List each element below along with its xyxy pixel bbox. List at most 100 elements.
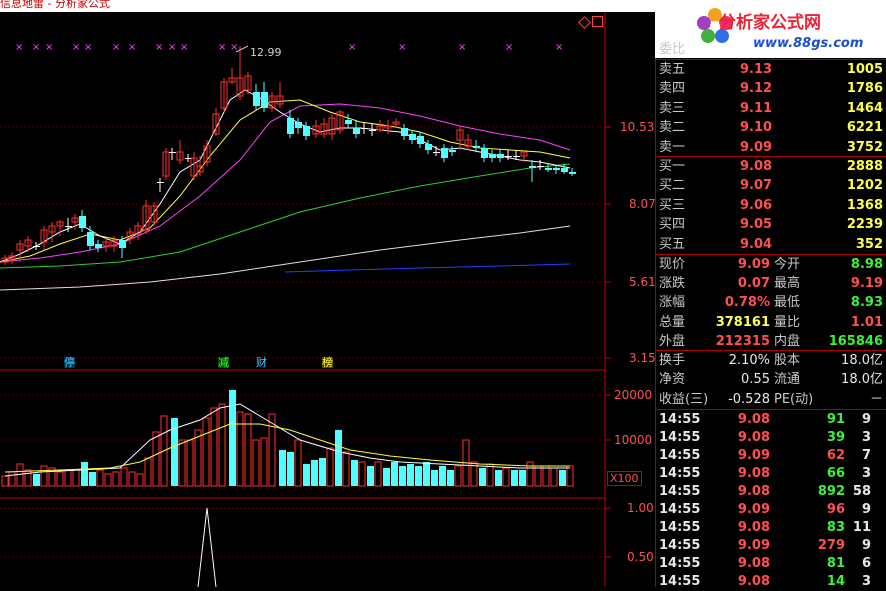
quote-value: 165846 [828,333,883,349]
volume-bar [236,411,244,487]
tick-price: 9.09 [737,448,770,463]
volume-bar [294,439,302,487]
quote-label: 今开 [774,257,801,272]
candle-body [433,152,440,153]
fundamental-value: -0.528 [728,391,770,407]
event-tag-finance[interactable]: 财 [256,357,267,368]
candle-body [119,240,126,248]
volume-bar [502,467,510,487]
volume-bar [383,468,390,486]
candle-body [505,156,512,157]
quote-row: 涨幅 0.78% 最低 8.93 [656,293,886,312]
tick-row: 14:55 9.08 83 11 [656,519,886,537]
window-square-icon[interactable] [592,16,603,27]
order-book-row: 卖五 9.13 1005 [656,60,886,79]
order-level-label: 卖四 [659,81,686,97]
volume-bar [486,463,494,487]
price-axis-tick: 10.53 [620,120,655,134]
tick-price: 9.09 [737,502,770,517]
signal-x-marker: × [398,42,406,53]
volume-bar [374,461,382,487]
fundamental-row: 换手 2.10% 股本 18.0亿 [656,351,886,370]
tick-count: 9 [861,538,871,553]
candle-body [65,226,72,227]
volume-bar [431,470,438,486]
kline-chart-area[interactable]: 信息地雷 - 分析家公式 × × × × × × × × × × × × × × × × × [0,0,656,587]
candle-body [537,166,544,167]
volume-bar [447,470,454,486]
signal-x-marker: × [348,42,356,53]
tick-row: 14:55 9.08 892 58 [656,483,886,501]
fundamental-value: － [869,391,883,407]
tick-volume: 14 [826,574,845,589]
order-price: 9.04 [740,236,773,252]
tick-price: 9.08 [737,520,770,535]
volume-bar [407,464,414,486]
volume-bar [367,466,374,486]
order-volume: 6221 [846,120,883,136]
tick-time: 14:55 [659,430,701,445]
volume-bar [542,465,550,487]
volume-bar [194,429,202,487]
event-tag-ranking[interactable]: 榜 [322,357,333,368]
volume-bar [399,466,406,486]
signal-x-marker: × [168,42,176,53]
order-volume: 1368 [846,197,883,213]
price-axis-tick: 8.07 [629,197,656,211]
tick-count: 7 [861,448,871,463]
quote-label: 涨幅 [659,295,686,311]
signal-x-marker: × [218,42,226,53]
candle-body [33,246,40,247]
order-level-label: 卖五 [659,62,686,77]
candle-body [481,148,488,158]
volume-bar [439,466,446,486]
order-book-row: 买二 9.07 1202 [656,176,886,195]
tick-row: 14:55 9.09 279 9 [656,537,886,555]
signal-x-marker: × [180,42,188,53]
event-tag-suspend[interactable]: 停 [64,357,75,368]
quote-row: 现价 9.09 今开 8.98 [656,255,886,274]
order-book-row: 买三 9.06 1368 [656,196,886,215]
candle-body [295,122,302,128]
tick-price: 9.09 [737,538,770,553]
order-level-label: 买四 [659,217,686,233]
fundamental-value: 0.55 [741,372,770,388]
tick-count: 11 [852,520,871,535]
quote-value: 0.78% [724,295,770,311]
order-level-label: 卖二 [659,120,686,136]
candle-body [261,92,268,108]
volume-bar [358,461,366,487]
tick-row: 14:55 9.08 91 9 [656,411,886,429]
volume-bar [415,466,422,486]
tick-time: 14:55 [659,502,701,517]
ma5-line [0,89,571,263]
candle-body [545,168,552,170]
tick-count: 58 [852,484,871,499]
volume-bar [40,465,48,487]
candle-body [303,126,310,136]
order-price: 9.13 [740,62,773,77]
quote-row: 总量 378161 量比 1.01 [656,313,886,332]
order-ratio-label: 委比 [659,42,686,57]
tick-price: 9.08 [737,466,770,481]
quote-value: 378161 [715,314,770,330]
candle-body [369,130,376,131]
quote-value: 212315 [715,333,770,349]
volume-bar [120,467,128,487]
event-tag-reduce[interactable]: 减 [218,357,229,368]
order-level-label: 买二 [659,178,686,194]
quote-label: 涨跌 [659,276,686,292]
volume-bar [260,437,268,487]
quote-row: 外盘 212315 内盘 165846 [656,332,886,351]
order-volume: 1202 [846,178,883,194]
candle-body [157,182,164,183]
volume-bar [559,470,566,486]
tick-volume: 83 [826,520,845,535]
fundamental-label: 流通 [774,372,801,388]
volume-bar [81,462,88,486]
ma10-line [0,99,571,263]
tick-time: 14:55 [659,520,701,535]
order-price: 9.12 [740,81,773,97]
tick-price: 9.08 [737,556,770,571]
quote-label: 量比 [774,314,801,330]
